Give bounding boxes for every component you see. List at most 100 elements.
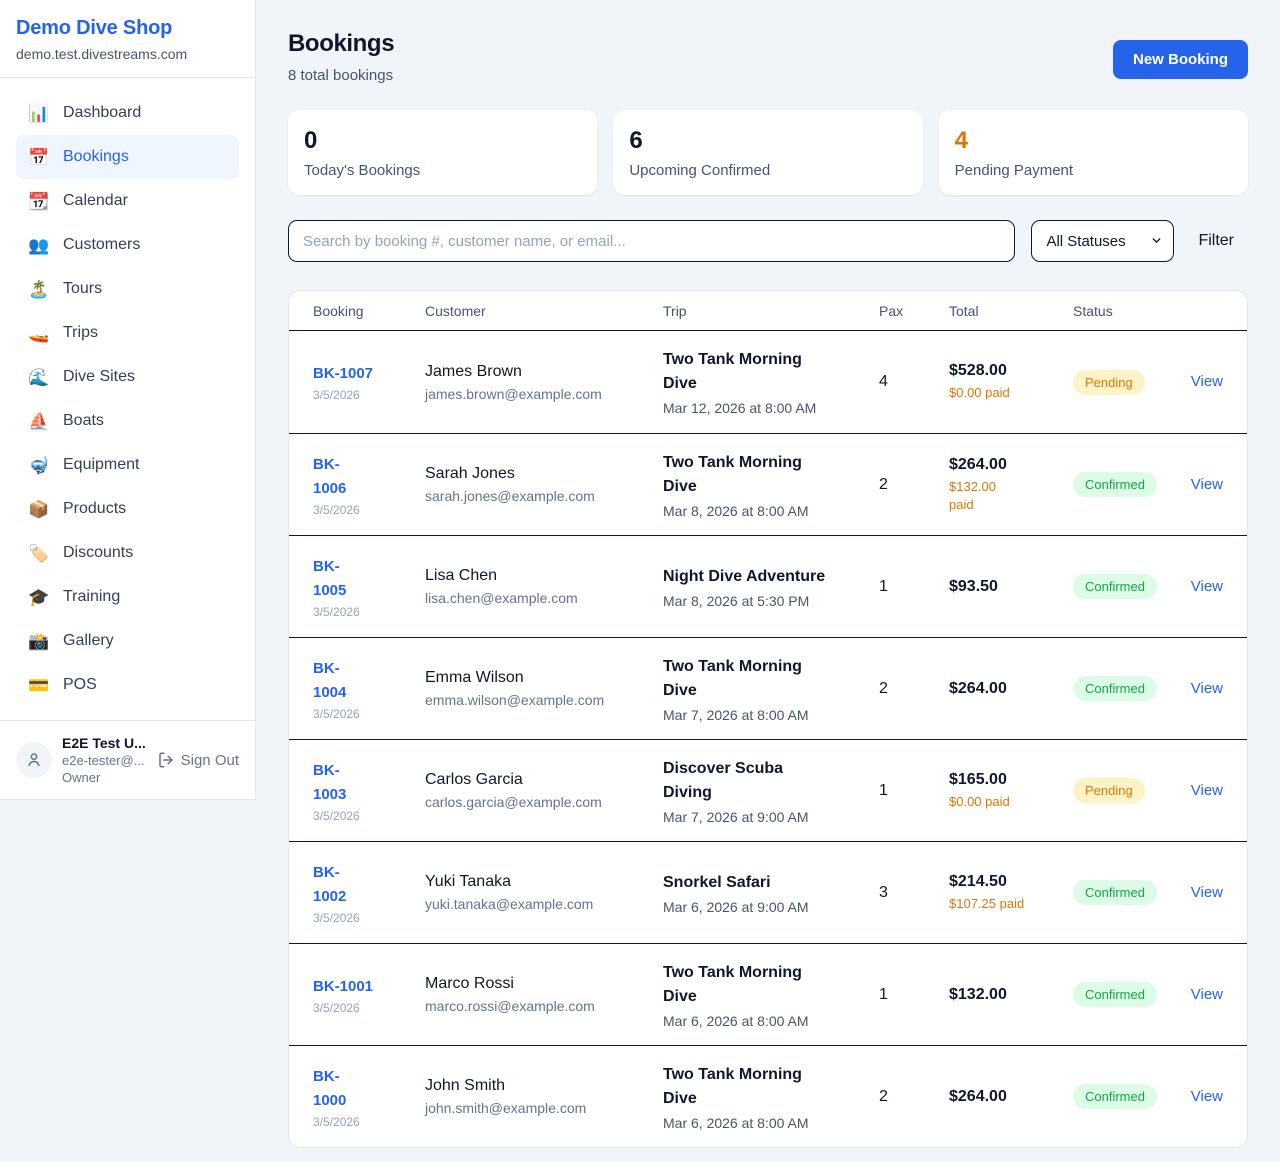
total-cell: $132.00	[949, 986, 1073, 1004]
customer-name: Marco Rossi	[425, 975, 663, 993]
total-cell: $264.00	[949, 680, 1073, 698]
speedboat-icon: 🚤	[28, 325, 50, 342]
sidebar-item-boats[interactable]: ⛵ Boats	[16, 399, 239, 443]
status-cell: Confirmed	[1073, 574, 1181, 599]
booking-number-link[interactable]: BK- 1002	[313, 861, 425, 909]
view-link[interactable]: View	[1191, 1088, 1223, 1105]
sidebar-item-tours[interactable]: 🏝️ Tours	[16, 267, 239, 311]
customer-email: james.brown@example.com	[425, 386, 663, 402]
view-link[interactable]: View	[1191, 578, 1223, 595]
booking-date: 3/5/2026	[313, 388, 425, 402]
customer-name: Sarah Jones	[425, 465, 663, 483]
sidebar-item-label: POS	[63, 673, 97, 697]
credit-card-icon: 💳	[28, 677, 50, 694]
sidebar-item-gallery[interactable]: 📸 Gallery	[16, 619, 239, 663]
booking-number-link[interactable]: BK-1001	[313, 975, 425, 999]
status-filter: All Statuses	[1031, 220, 1174, 262]
booking-number-link[interactable]: BK- 1004	[313, 657, 425, 705]
user-section: E2E Test U... e2e-tester@... Owner Sign …	[0, 720, 255, 799]
customer-email: john.smith@example.com	[425, 1100, 663, 1116]
new-booking-button[interactable]: New Booking	[1113, 40, 1248, 79]
sidebar-item-customers[interactable]: 👥 Customers	[16, 223, 239, 267]
sidebar-item-label: Training	[63, 585, 120, 609]
pax-cell: 2	[879, 476, 949, 494]
status-cell: Confirmed	[1073, 880, 1181, 905]
search-input[interactable]	[288, 220, 1015, 262]
user-info: E2E Test U... e2e-tester@... Owner	[62, 735, 147, 785]
sidebar-item-label: Customers	[63, 233, 140, 257]
trip-cell: Two Tank Morning Dive Mar 8, 2026 at 8:0…	[663, 451, 879, 519]
table-row: BK-1007 3/5/2026 James Brown james.brown…	[289, 331, 1247, 433]
pax-cell: 2	[879, 680, 949, 698]
sign-out-icon	[157, 751, 175, 769]
trip-cell: Two Tank Morning Dive Mar 12, 2026 at 8:…	[663, 348, 879, 416]
table-row: BK- 1000 3/5/2026 John Smith john.smith@…	[289, 1045, 1247, 1147]
user-name: E2E Test U...	[62, 735, 147, 751]
status-badge: Confirmed	[1073, 676, 1157, 701]
actions-cell: View	[1181, 578, 1223, 596]
booking-date: 3/5/2026	[313, 809, 425, 823]
view-link[interactable]: View	[1191, 782, 1223, 799]
wave-icon: 🌊	[28, 369, 50, 386]
trip-datetime: Mar 7, 2026 at 9:00 AM	[663, 809, 865, 825]
trip-name: Discover Scuba Diving	[663, 757, 865, 805]
pax-cell: 2	[879, 1088, 949, 1106]
sidebar-item-trips[interactable]: 🚤 Trips	[16, 311, 239, 355]
user-email: e2e-tester@...	[62, 753, 147, 768]
booking-number-link[interactable]: BK- 1000	[313, 1065, 425, 1113]
booking-number-link[interactable]: BK- 1006	[313, 453, 425, 501]
booking-date: 3/5/2026	[313, 1001, 425, 1015]
column-header-status: Status	[1073, 303, 1181, 319]
view-link[interactable]: View	[1191, 680, 1223, 697]
sign-out-button[interactable]: Sign Out	[157, 751, 239, 769]
package-icon: 📦	[28, 501, 50, 518]
camera-icon: 📸	[28, 633, 50, 650]
sidebar-item-calendar[interactable]: 📆 Calendar	[16, 179, 239, 223]
customer-name: Lisa Chen	[425, 567, 663, 585]
sidebar-item-equipment[interactable]: 🤿 Equipment	[16, 443, 239, 487]
brand-subdomain: demo.test.divestreams.com	[16, 46, 239, 62]
stat-value: 4	[955, 126, 1232, 156]
sidebar-item-bookings[interactable]: 📅 Bookings	[16, 135, 239, 179]
view-link[interactable]: View	[1191, 476, 1223, 493]
brand-title[interactable]: Demo Dive Shop	[16, 17, 239, 40]
booking-date: 3/5/2026	[313, 911, 425, 925]
booking-cell: BK- 1004 3/5/2026	[313, 657, 425, 721]
trip-name: Two Tank Morning Dive	[663, 451, 865, 499]
customer-email: emma.wilson@example.com	[425, 692, 663, 708]
sidebar-item-training[interactable]: 🎓 Training	[16, 575, 239, 619]
customer-cell: Emma Wilson emma.wilson@example.com	[425, 669, 663, 708]
sidebar-item-discounts[interactable]: 🏷️ Discounts	[16, 531, 239, 575]
customer-name: Emma Wilson	[425, 669, 663, 687]
booking-cell: BK-1007 3/5/2026	[313, 362, 425, 402]
trip-datetime: Mar 6, 2026 at 9:00 AM	[663, 899, 865, 915]
status-filter-select[interactable]: All Statuses	[1031, 220, 1174, 262]
booking-number-link[interactable]: BK-1007	[313, 362, 425, 386]
filter-button[interactable]: Filter	[1190, 232, 1248, 250]
view-link[interactable]: View	[1191, 986, 1223, 1003]
paid-amount: $132.00 paid	[949, 478, 1073, 514]
sidebar-item-dive-sites[interactable]: 🌊 Dive Sites	[16, 355, 239, 399]
sidebar-item-pos[interactable]: 💳 POS	[16, 663, 239, 707]
status-cell: Confirmed	[1073, 472, 1181, 497]
customer-email: sarah.jones@example.com	[425, 488, 663, 504]
sidebar-item-products[interactable]: 📦 Products	[16, 487, 239, 531]
status-badge: Confirmed	[1073, 880, 1157, 905]
booking-number-link[interactable]: BK- 1003	[313, 759, 425, 807]
tear-off-calendar-icon: 📆	[28, 193, 50, 210]
sidebar-item-label: Gallery	[63, 629, 114, 653]
view-link[interactable]: View	[1191, 884, 1223, 901]
booking-number-link[interactable]: BK- 1005	[313, 555, 425, 603]
sidebar-item-dashboard[interactable]: 📊 Dashboard	[16, 91, 239, 135]
customer-email: marco.rossi@example.com	[425, 998, 663, 1014]
status-badge: Pending	[1073, 370, 1145, 395]
trip-name: Two Tank Morning Dive	[663, 348, 865, 396]
booking-cell: BK- 1003 3/5/2026	[313, 759, 425, 823]
filter-bar: All Statuses Filter	[288, 220, 1248, 262]
actions-cell: View	[1181, 986, 1223, 1004]
diving-mask-icon: 🤿	[28, 457, 50, 474]
view-link[interactable]: View	[1191, 373, 1223, 390]
trip-name: Two Tank Morning Dive	[663, 655, 865, 703]
sidebar: Demo Dive Shop demo.test.divestreams.com…	[0, 0, 256, 800]
sidebar-item-label: Dive Sites	[63, 365, 135, 389]
